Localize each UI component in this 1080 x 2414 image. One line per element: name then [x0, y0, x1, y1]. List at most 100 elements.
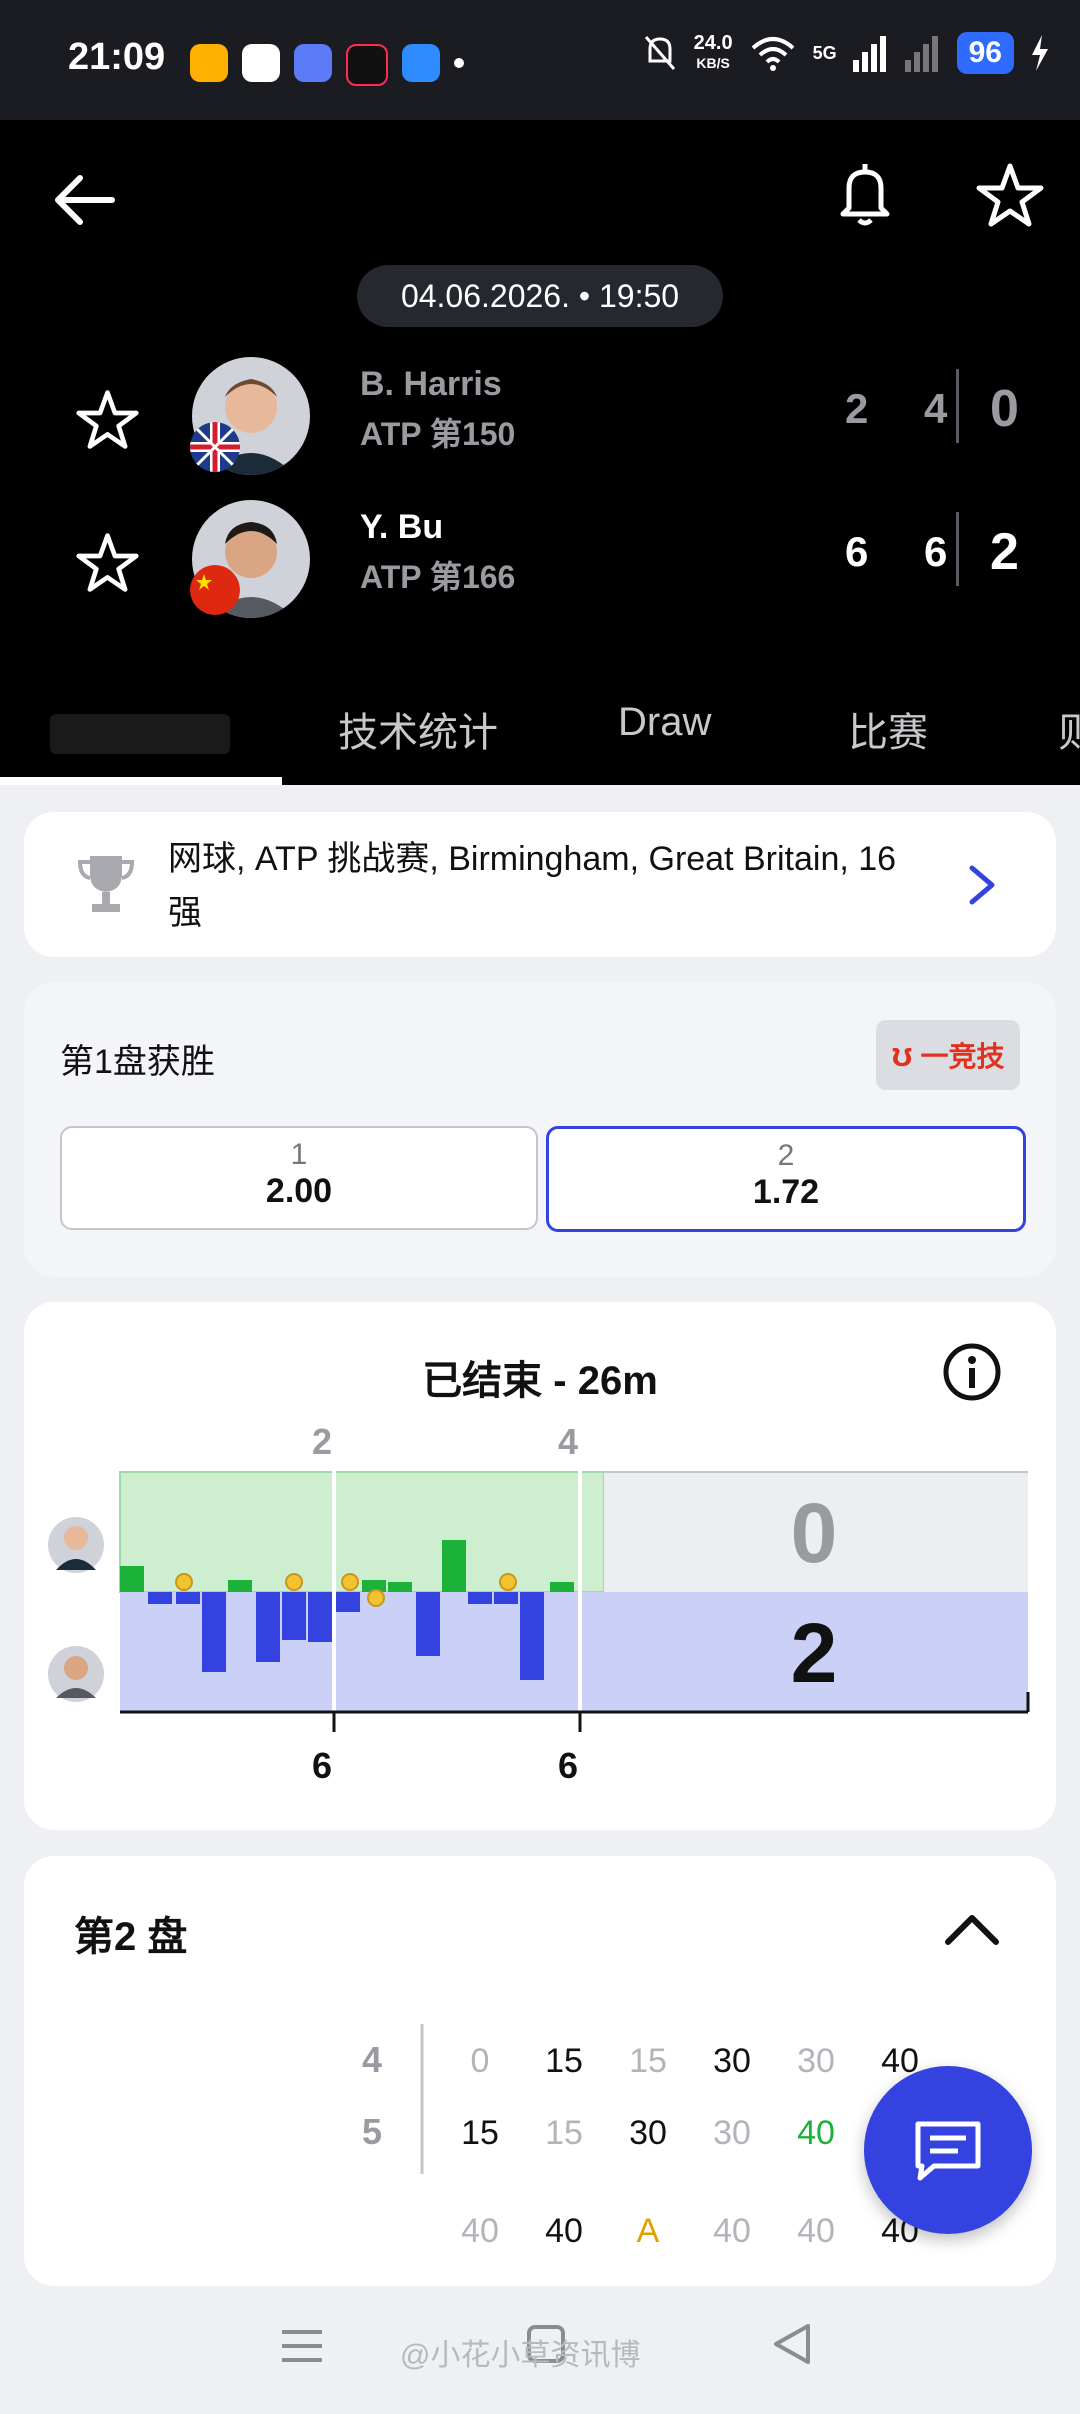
set-label-bottom: 6: [312, 1745, 332, 1786]
player-name: Y. Bu: [360, 508, 444, 546]
set-label-top: 4: [558, 1421, 578, 1462]
active-tab-indicator: [0, 777, 282, 785]
tab-more[interactable]: 则: [1058, 700, 1080, 758]
break-point-ball-icon: [285, 1573, 303, 1591]
point-score: 15: [629, 2042, 667, 2080]
browser-app-icon: [242, 44, 280, 82]
game-score: 5: [362, 2111, 382, 2152]
player-rank: ATP 第166: [360, 559, 516, 595]
point-score: 40: [713, 2212, 751, 2250]
wifi-icon: [751, 37, 794, 71]
chevron-right-icon[interactable]: [964, 862, 1000, 908]
tab-stats[interactable]: 技术统计: [338, 700, 498, 758]
bookmaker-name: 一竞技: [920, 1041, 1005, 1072]
odds-option-2[interactable]: 2 1.72: [546, 1126, 1026, 1232]
bookmaker-logo[interactable]: ʊ 一竞技: [876, 1020, 1020, 1090]
tieba-app-icon: [294, 44, 332, 82]
back-triangle-icon[interactable]: [772, 2322, 812, 2366]
momentum-bar: [336, 1592, 360, 1612]
point-by-point: 4 5 0 15 15 30 30 40 15 15 30 30 40 40 4…: [362, 2024, 919, 2250]
set-2-card: 第2 盘 4 5 0 15 15 30 30 40 15 15 30 30 40…: [24, 1856, 1056, 2286]
player-games: 2 4: [845, 385, 970, 432]
player-rank: ATP 第150: [360, 416, 516, 452]
point-score: 30: [713, 2114, 751, 2152]
momentum-bar: [442, 1540, 466, 1592]
momentum-bar: [520, 1592, 544, 1680]
top-player-zone: [119, 1471, 605, 1593]
player-sets: 0: [990, 380, 1019, 438]
uk-flag-icon: [190, 422, 240, 472]
info-icon[interactable]: [942, 1342, 1002, 1402]
trophy-icon: [77, 856, 135, 912]
player-name: B. Harris: [360, 365, 502, 403]
momentum-bar: [176, 1592, 200, 1604]
odds-label: 2: [777, 1139, 795, 1172]
chat-icon: [915, 2121, 981, 2181]
odds-card: 第1盘获胜 ʊ 一竞技 1 2.00 2 1.72: [24, 982, 1056, 1277]
sets-score-bottom: 2: [791, 1606, 838, 1700]
competition-card[interactable]: 网球, ATP 挑战赛, Birmingham, Great Britain, …: [24, 812, 1056, 957]
set-label-bottom: 6: [558, 1745, 578, 1786]
bottom-player-avatar: [48, 1646, 104, 1702]
tab-matches[interactable]: 比赛: [848, 700, 928, 758]
score-divider: [956, 512, 959, 586]
point-score: 30: [629, 2114, 667, 2152]
momentum-bar: [308, 1592, 332, 1642]
score-divider: [956, 369, 959, 443]
break-point-ball-icon: [341, 1573, 359, 1591]
player-favorite-star-icon[interactable]: [75, 530, 140, 595]
momentum-bar: [120, 1566, 144, 1592]
point-score: 0: [471, 2042, 490, 2080]
bell-icon[interactable]: [835, 160, 895, 230]
momentum-bar: [282, 1592, 306, 1640]
odds-option-1[interactable]: 1 2.00: [60, 1126, 538, 1230]
momentum-bar: [256, 1592, 280, 1662]
player-favorite-star-icon[interactable]: [75, 387, 140, 452]
game-score: 4: [362, 2039, 382, 2080]
competition-name: 网球, ATP 挑战赛, Birmingham, Great Britain, …: [168, 840, 897, 932]
point-score: A: [637, 2212, 660, 2250]
break-point-ball-icon: [367, 1589, 385, 1607]
top-player-avatar: [48, 1517, 104, 1573]
signal-weak-icon: [904, 36, 938, 72]
notification-icons: [190, 44, 464, 86]
break-point-ball-icon: [175, 1573, 193, 1591]
back-arrow-icon[interactable]: [50, 165, 120, 235]
point-score: 15: [545, 2042, 583, 2080]
chat-fab-button[interactable]: [864, 2066, 1032, 2234]
odds-value: 1.72: [752, 1173, 820, 1211]
weibo-app-icon: [190, 44, 228, 82]
break-point-ball-icon: [499, 1573, 517, 1591]
tab-summary[interactable]: [50, 714, 230, 754]
point-score: 40: [461, 2212, 499, 2250]
point-score: 30: [713, 2042, 751, 2080]
set-label-top: 2: [312, 1421, 332, 1462]
status-bar: 21:09 24.0 KB/S 5G 96: [0, 0, 1080, 120]
sets-score-top: 0: [791, 1486, 838, 1580]
momentum-bar: [202, 1592, 226, 1672]
odds-value: 2.00: [265, 1172, 333, 1210]
player-row-2[interactable]: Y. Bu ATP 第166 6 6 2: [0, 500, 1080, 620]
mute-icon: [644, 36, 675, 70]
player-row-1[interactable]: B. Harris ATP 第150 2 4 0: [0, 357, 1080, 477]
momentum-bar: [148, 1592, 172, 1604]
momentum-bar: [468, 1592, 492, 1604]
favorite-star-icon[interactable]: [975, 160, 1045, 230]
momentum-bar: [416, 1592, 440, 1656]
match-header: 04.06.2026. • 19:50 B. Harris ATP 第150 2…: [0, 120, 1080, 785]
china-flag-icon: [190, 565, 240, 615]
app-icon: [402, 44, 440, 82]
match-status-title: 已结束 - 26m: [422, 1359, 658, 1403]
momentum-chart: 2 4 6 6 0 2: [48, 1421, 1030, 1786]
momentum-bar: [494, 1592, 518, 1604]
momentum-card: 已结束 - 26m 2 4 6 6 0 2: [24, 1302, 1056, 1830]
menu-icon[interactable]: [280, 2326, 324, 2366]
battery-level: 96: [956, 32, 1014, 74]
point-score: 15: [461, 2114, 499, 2152]
signal-icon: [852, 36, 886, 72]
momentum-bar: [228, 1580, 252, 1592]
status-time: 21:09: [68, 36, 166, 78]
tab-draw[interactable]: Draw: [618, 700, 711, 745]
watermark: @小花小草资讯博: [400, 2339, 641, 2372]
odds-label: 1: [290, 1138, 308, 1171]
